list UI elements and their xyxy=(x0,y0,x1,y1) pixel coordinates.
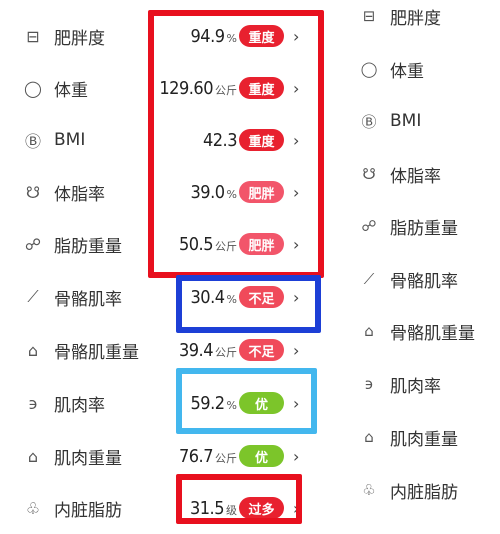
muscle-rate-icon: ϶ xyxy=(28,393,38,413)
red-highlight-box xyxy=(148,10,324,278)
secondary-metric-label: 骨骼肌重量 xyxy=(390,323,475,344)
skeletal-muscle-rate-icon: ⟋ xyxy=(27,287,39,306)
secondary-metric-label: 肌肉率 xyxy=(390,376,441,397)
chevron-right-icon[interactable]: › xyxy=(293,341,299,360)
visceral-fat-icon: ♧ xyxy=(25,498,41,518)
cyan-highlight-box xyxy=(176,368,317,434)
muscle-mass-icon: ⌂ xyxy=(364,428,374,446)
secondary-metric-row[interactable]: ⌂ 骨骼肌重量 xyxy=(352,311,475,351)
metric-value: 39.4 xyxy=(178,339,214,361)
secondary-metric-label: BMI xyxy=(390,111,422,131)
chevron-right-icon[interactable]: › xyxy=(293,447,299,466)
secondary-metrics-list: ⊟ 肥胖度 ◯ 体重 Ⓑ BMI ☋ 体脂率 ☍ 脂肪重量 ⟋ 骨骼肌率 ⌂ 骨骼肌重量 ϶ 肌肉率 ⌂ 肌肉重量… xyxy=(352,0,500,514)
fat-mass-icon: ☍ xyxy=(24,234,42,254)
metric-label: 内脏脂肪 xyxy=(54,500,122,521)
metric-unit: 公斤 xyxy=(215,451,237,465)
secondary-metric-row[interactable]: ⊟ 肥胖度 xyxy=(352,0,441,36)
secondary-metric-label: 体重 xyxy=(390,61,424,82)
body-fat-icon: ⊟ xyxy=(362,7,376,25)
body-fat-icon: ⊟ xyxy=(26,26,40,46)
secondary-metric-label: 体脂率 xyxy=(390,166,441,187)
weight-icon: ◯ xyxy=(24,78,42,98)
metric-label: 脂肪重量 xyxy=(54,236,122,257)
status-badge: 优 xyxy=(239,445,284,467)
metric-value-group: 39.4 公斤 xyxy=(179,340,237,361)
secondary-metric-row[interactable]: ☋ 体脂率 xyxy=(352,154,441,194)
metric-label: 肥胖度 xyxy=(54,28,105,49)
metric-value: 76.7 xyxy=(178,445,214,467)
blue-highlight-box xyxy=(176,275,321,333)
secondary-metric-label: 内脏脂肪 xyxy=(390,482,458,503)
weight-icon: ◯ xyxy=(360,60,378,78)
body-fat-rate-icon: ☋ xyxy=(362,165,376,183)
metric-label: 骨骼肌重量 xyxy=(54,342,139,363)
metric-label: BMI xyxy=(54,130,86,150)
metric-label: 体重 xyxy=(54,80,88,101)
secondary-metric-row[interactable]: Ⓑ BMI xyxy=(352,101,421,141)
fat-mass-icon: ☍ xyxy=(361,217,377,235)
metric-label: 体脂率 xyxy=(54,184,105,205)
body-fat-rate-icon: ☋ xyxy=(25,182,41,202)
muscle-rate-icon: ϶ xyxy=(364,375,374,393)
metric-label: 肌肉率 xyxy=(54,395,105,416)
secondary-metric-row[interactable]: ◯ 体重 xyxy=(352,49,424,89)
secondary-metric-label: 肥胖度 xyxy=(390,8,441,29)
secondary-metric-label: 骨骼肌率 xyxy=(390,271,458,292)
red-highlight-box-bottom xyxy=(176,474,302,524)
status-badge: 不足 xyxy=(239,339,284,361)
metric-label: 肌肉重量 xyxy=(54,448,122,469)
metric-value-group: 76.7 公斤 xyxy=(179,446,237,467)
secondary-metric-row[interactable]: ♧ 内脏脂肪 xyxy=(352,470,458,510)
skeletal-muscle-mass-icon: ⌂ xyxy=(27,340,39,360)
secondary-metric-row[interactable]: ⟋ 骨骼肌率 xyxy=(352,259,458,299)
bmi-icon: Ⓑ xyxy=(361,112,377,131)
secondary-metric-row[interactable]: ☍ 脂肪重量 xyxy=(352,206,458,246)
visceral-fat-icon: ♧ xyxy=(362,481,376,499)
muscle-mass-icon: ⌂ xyxy=(27,446,39,466)
secondary-metric-row[interactable]: ⌂ 肌肉重量 xyxy=(352,417,458,457)
bmi-icon: Ⓑ xyxy=(24,132,41,151)
secondary-metric-row[interactable]: ϶ 肌肉率 xyxy=(352,364,441,404)
metric-unit: 公斤 xyxy=(215,345,237,359)
metric-label: 骨骼肌率 xyxy=(54,289,122,310)
secondary-metric-label: 肌肉重量 xyxy=(390,429,458,450)
skeletal-muscle-mass-icon: ⌂ xyxy=(364,322,374,340)
skeletal-muscle-rate-icon: ⟋ xyxy=(363,270,375,288)
secondary-metric-label: 脂肪重量 xyxy=(390,218,458,239)
